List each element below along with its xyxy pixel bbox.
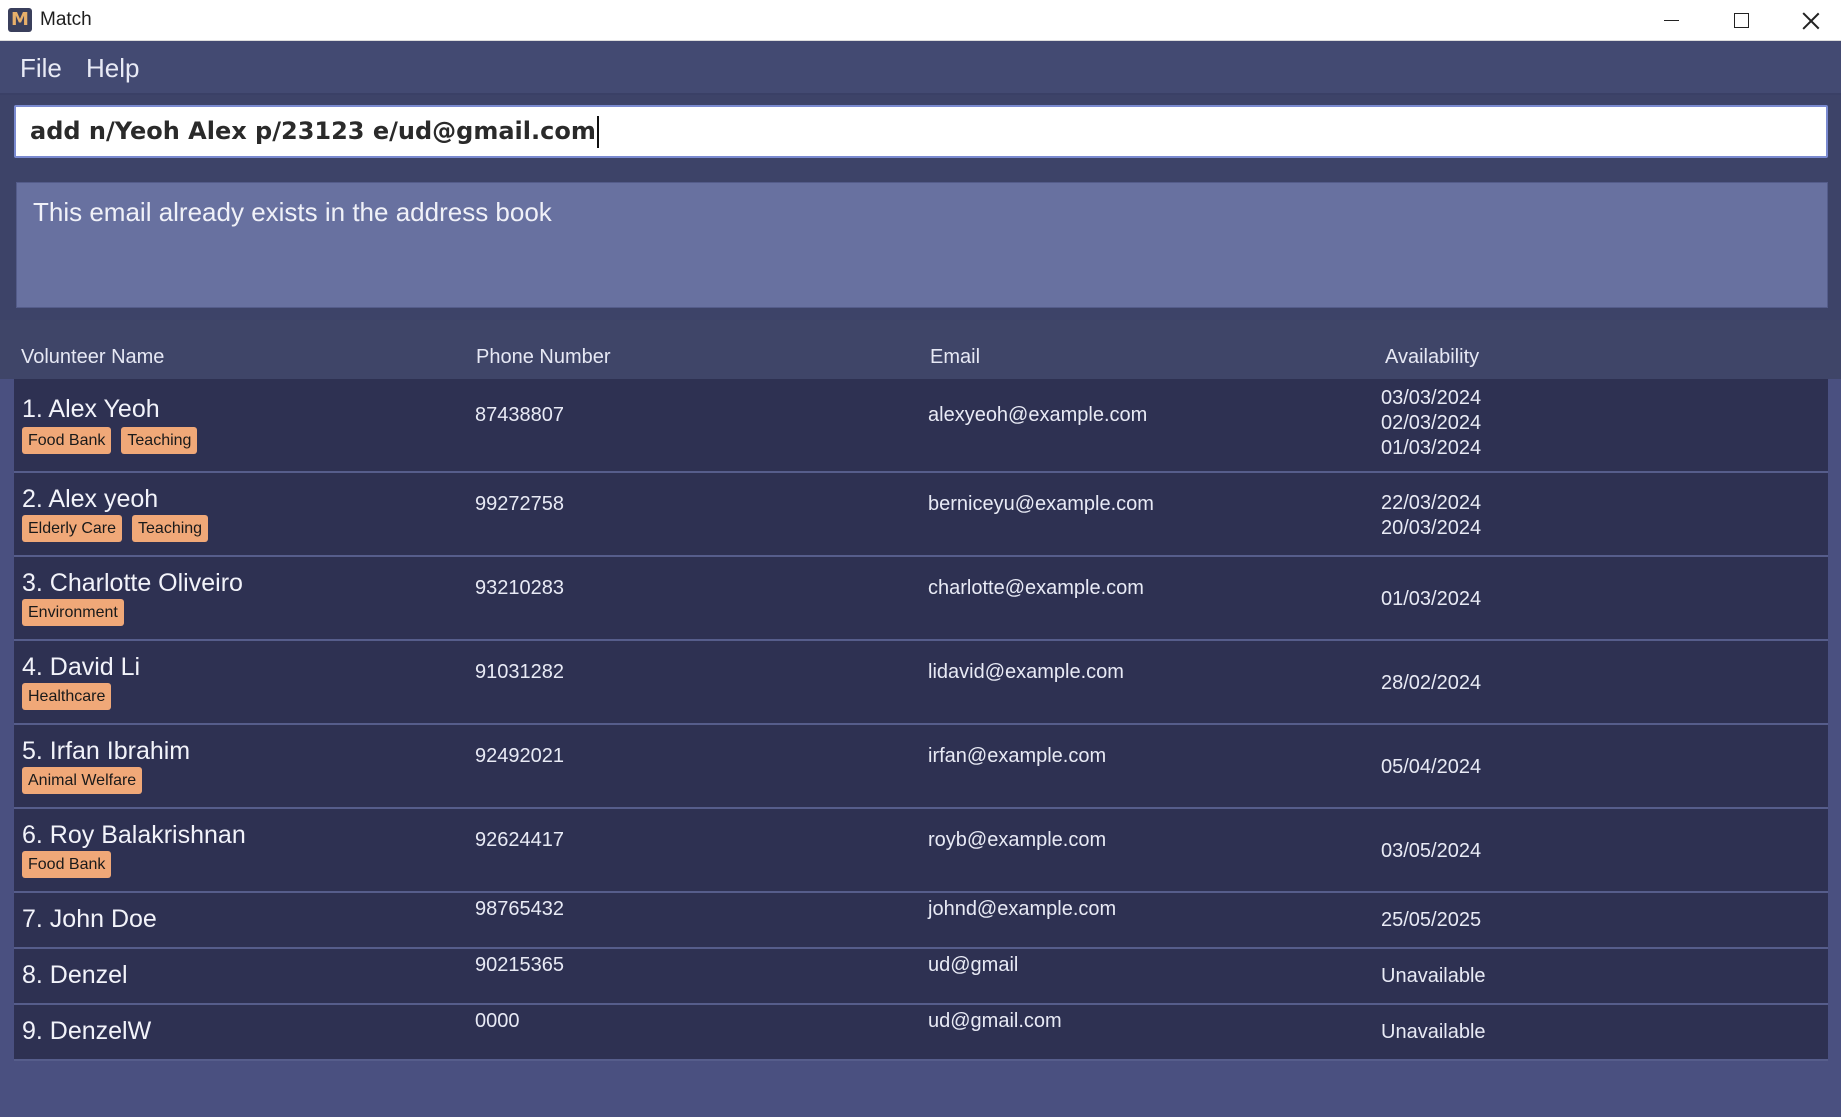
close-icon	[1802, 12, 1820, 30]
volunteer-name: 8. Denzel	[22, 961, 128, 989]
table-row[interactable]: 2. Alex yeoh Elderly Care Teaching 99272758…	[14, 473, 1828, 557]
volunteer-phone: 91031282	[475, 661, 564, 683]
volunteer-availability: Unavailable	[1381, 1020, 1486, 1045]
table-row[interactable]: 7. John Doe 98765432 johnd@example.com 25/0…	[14, 893, 1828, 949]
volunteer-name: 5. Irfan Ibrahim	[22, 737, 191, 765]
app-logo-icon: M	[8, 8, 32, 32]
tag-badge: Teaching	[121, 427, 198, 454]
result-message: This email already exists in the address…	[33, 197, 552, 227]
tag-list: Animal Welfare	[22, 767, 143, 794]
volunteer-email: irfan@example.com	[928, 745, 1107, 767]
volunteer-email: berniceyu@example.com	[928, 493, 1154, 515]
column-header-email: Email	[930, 346, 981, 368]
table-row[interactable]: 1. Alex Yeoh Food Bank Teaching 87438807 ale…	[14, 379, 1828, 473]
tag-badge: Food Bank	[22, 851, 112, 878]
title-bar: M Match	[0, 0, 1841, 41]
availability-date: 05/04/2024	[1381, 756, 1482, 778]
volunteer-availability: 03/03/2024 02/03/2024 01/03/2024	[1381, 386, 1481, 461]
tag-badge: Animal Welfare	[22, 767, 143, 794]
volunteer-name: 9. DenzelW	[22, 1017, 152, 1045]
volunteer-availability: 01/03/2024	[1381, 587, 1481, 612]
column-header-phone: Phone Number	[476, 346, 611, 368]
availability-date: 02/03/2024	[1381, 412, 1482, 434]
volunteer-email: alexyeoh@example.com	[928, 404, 1148, 426]
column-header-name: Volunteer Name	[21, 346, 165, 368]
availability-date: 01/03/2024	[1381, 437, 1482, 459]
volunteer-email: ud@gmail.com	[928, 1010, 1062, 1032]
tag-badge: Elderly Care	[22, 515, 123, 542]
volunteer-availability: 05/04/2024	[1381, 755, 1481, 780]
volunteer-email: ud@gmail	[928, 954, 1019, 976]
tag-badge: Environment	[22, 599, 124, 626]
volunteer-availability: Unavailable	[1381, 964, 1486, 989]
volunteer-name: 2. Alex yeoh	[22, 485, 159, 513]
volunteer-name: 7. John Doe	[22, 905, 157, 933]
table-row[interactable]: 8. Denzel 90215365 ud@gmail Unavailable	[14, 949, 1828, 1005]
table-row[interactable]: 3. Charlotte Oliveiro Environment 93210283…	[14, 557, 1828, 641]
volunteer-email: lidavid@example.com	[928, 661, 1124, 683]
availability-date: 01/03/2024	[1381, 588, 1482, 610]
table-row[interactable]: 4. David Li Healthcare 91031282 lidavid@exa…	[14, 641, 1828, 725]
window-title: Match	[40, 9, 92, 30]
result-display-container: This email already exists in the address…	[0, 170, 1841, 320]
volunteer-name: 6. Roy Balakrishnan	[22, 821, 246, 849]
volunteer-availability: 25/05/2025	[1381, 908, 1481, 933]
table-header: Volunteer Name Phone Number Email Availa…	[0, 320, 1841, 379]
volunteer-name: 3. Charlotte Oliveiro	[22, 569, 243, 597]
volunteer-phone: 92624417	[475, 829, 564, 851]
volunteer-phone: 90215365	[475, 954, 564, 976]
column-header-availability: Availability	[1385, 346, 1480, 368]
command-box-container: add n/Yeoh Alex p/23123 e/ud@gmail.com	[0, 95, 1841, 170]
volunteer-availability: 03/05/2024	[1381, 839, 1481, 864]
volunteer-availability: 22/03/2024 20/03/2024	[1381, 491, 1481, 541]
volunteer-phone: 0000	[475, 1010, 520, 1032]
volunteer-phone: 92492021	[475, 745, 564, 767]
volunteer-phone: 99272758	[475, 493, 564, 515]
table-row[interactable]: 6. Roy Balakrishnan Food Bank 92624417 royb…	[14, 809, 1828, 893]
close-button[interactable]	[1776, 0, 1841, 41]
tag-list: Food Bank	[22, 851, 112, 878]
tag-list: Food Bank Teaching	[22, 427, 198, 454]
tag-list: Environment	[22, 599, 124, 626]
availability-date: 22/03/2024	[1381, 492, 1482, 514]
availability-date: Unavailable	[1381, 965, 1486, 987]
table-row[interactable]: 5. Irfan Ibrahim Animal Welfare 92492021 ir…	[14, 725, 1828, 809]
maximize-button[interactable]	[1706, 0, 1776, 41]
command-text: add n/Yeoh Alex p/23123 e/ud@gmail.com	[30, 117, 596, 145]
availability-date: 25/05/2025	[1381, 909, 1482, 931]
minimize-button[interactable]	[1636, 0, 1706, 41]
volunteer-email: charlotte@example.com	[928, 577, 1144, 599]
result-display: This email already exists in the address…	[16, 182, 1828, 308]
menu-bar: File Help	[0, 41, 1841, 95]
volunteer-email: johnd@example.com	[928, 898, 1117, 920]
availability-date: 28/02/2024	[1381, 672, 1482, 694]
volunteer-list-panel: Volunteer Name Phone Number Email Availa…	[0, 320, 1841, 1117]
minimize-icon	[1663, 20, 1679, 21]
availability-date: 20/03/2024	[1381, 517, 1482, 539]
tag-list: Healthcare	[22, 683, 112, 710]
volunteer-phone: 93210283	[475, 577, 564, 599]
availability-date: Unavailable	[1381, 1021, 1486, 1043]
volunteer-phone: 98765432	[475, 898, 564, 920]
tag-badge: Food Bank	[22, 427, 112, 454]
text-caret	[596, 116, 599, 148]
menu-file[interactable]: File	[20, 53, 62, 84]
volunteer-phone: 87438807	[475, 404, 564, 426]
volunteer-email: royb@example.com	[928, 829, 1107, 851]
command-input[interactable]: add n/Yeoh Alex p/23123 e/ud@gmail.com	[14, 105, 1828, 158]
availability-date: 03/05/2024	[1381, 840, 1482, 862]
volunteer-name: 4. David Li	[22, 653, 141, 681]
tag-badge: Teaching	[132, 515, 209, 542]
volunteer-availability: 28/02/2024	[1381, 671, 1481, 696]
menu-help[interactable]: Help	[86, 53, 139, 84]
volunteer-name: 1. Alex Yeoh	[22, 395, 160, 423]
tag-list: Elderly Care Teaching	[22, 515, 209, 542]
maximize-icon	[1733, 13, 1749, 28]
availability-date: 03/03/2024	[1381, 387, 1482, 409]
table-row[interactable]: 9. DenzelW 0000 ud@gmail.com Unavailable	[14, 1005, 1828, 1061]
tag-badge: Healthcare	[22, 683, 112, 710]
